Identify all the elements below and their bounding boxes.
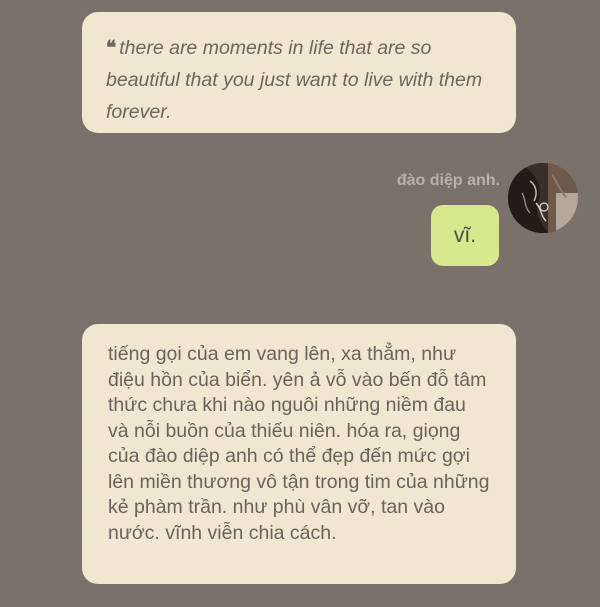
body-text: tiếng gọi của em vang lên, xa thẳm, như … bbox=[108, 343, 490, 544]
message-bubble[interactable]: vĩ. bbox=[431, 205, 499, 266]
quote-text: ❝ there are moments in life that are so b… bbox=[106, 32, 492, 128]
body-card: tiếng gọi của em vang lên, xa thẳm, như … bbox=[82, 324, 516, 584]
quote-body: there are moments in life that are so be… bbox=[106, 37, 483, 123]
quote-card: ❝ there are moments in life that are so b… bbox=[82, 12, 516, 133]
sender-name[interactable]: đào diệp anh. bbox=[397, 172, 500, 190]
message-text: vĩ. bbox=[453, 223, 477, 247]
avatar[interactable] bbox=[508, 163, 578, 233]
avatar-image bbox=[508, 163, 578, 233]
quote-mark-icon: ❝ bbox=[106, 37, 117, 59]
